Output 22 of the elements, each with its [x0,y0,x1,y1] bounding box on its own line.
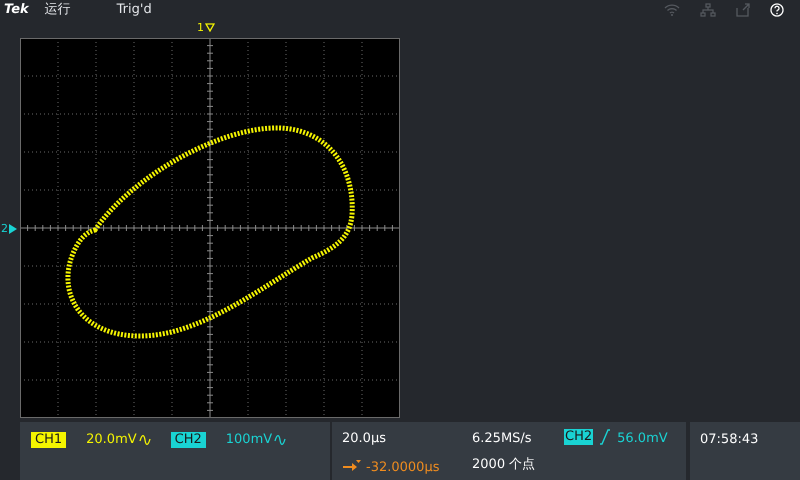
trigger-source: CH2 [564,429,594,445]
ac-coupling-icon [138,434,151,446]
help-icon[interactable] [770,3,784,17]
triangle-icon[interactable] [8,224,17,234]
channel-label[interactable]: CH1 [31,432,66,448]
clock-time: 07:58:43 [700,432,758,447]
channel-label[interactable]: CH2 [170,432,206,448]
triangle-icon[interactable] [205,23,215,32]
run-state: 运行 [44,1,71,20]
sample-rate: 6.25MS/s [472,430,533,448]
record-length: 2000 个点 [472,456,536,474]
channel-marker: 1 [197,22,204,33]
channel-scale: 20.0mV [86,431,137,449]
channel-scale: 100mV [226,431,272,449]
rising-edge-icon [599,429,612,445]
channel-marker: 2 [1,223,8,234]
horizontal-delay: -32.0000µs [366,458,440,476]
trigger-level: 56.0mV [617,430,668,448]
brand-logo: Tek [4,1,29,20]
time-per-division: 20.0µs [342,430,387,448]
ac-coupling-icon [274,434,286,446]
trigger-status: Trig'd [116,1,152,20]
